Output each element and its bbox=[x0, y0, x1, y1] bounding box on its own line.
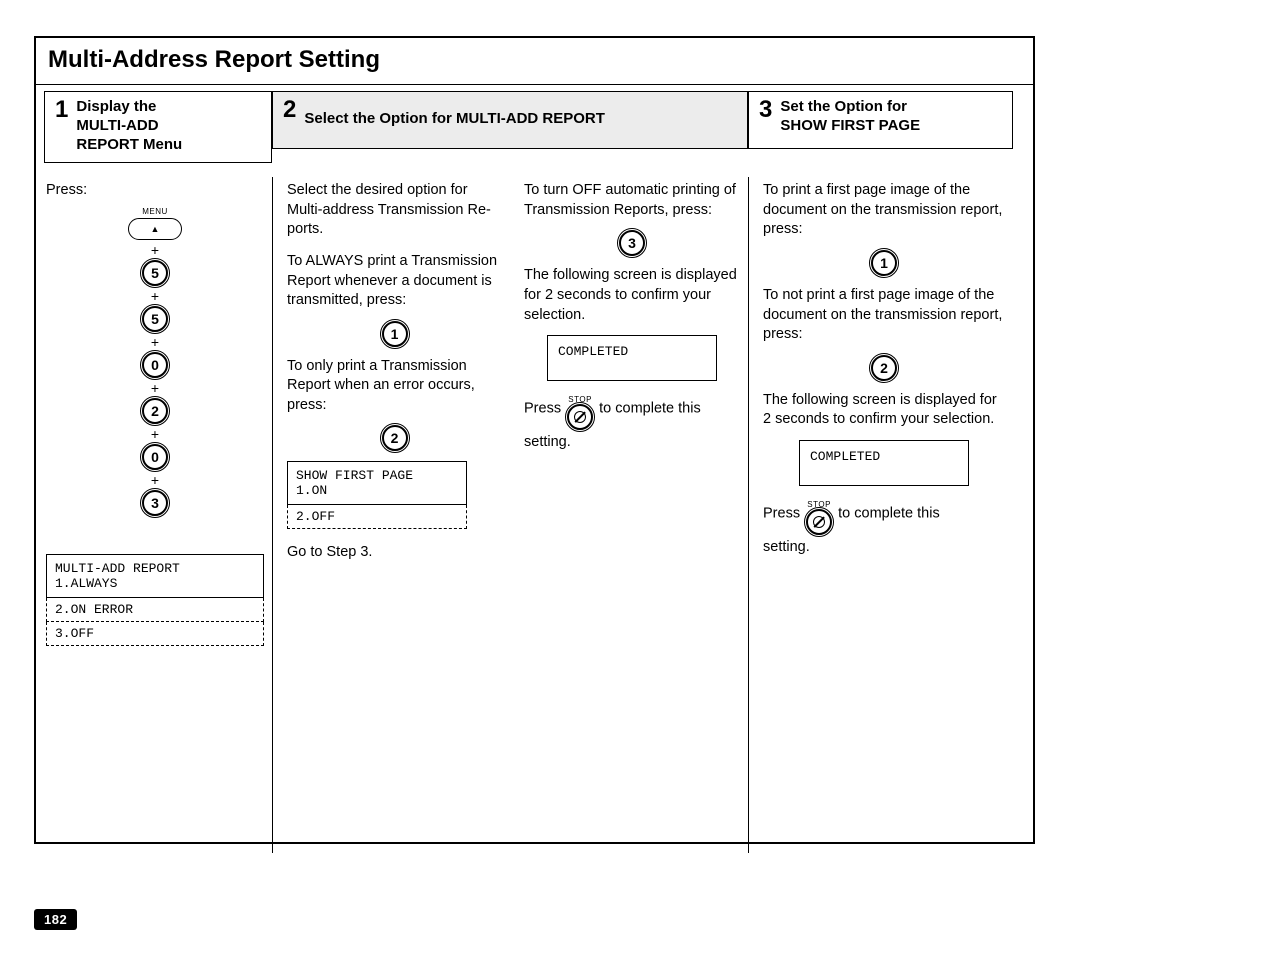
menu-key-icon bbox=[128, 218, 182, 240]
column-2: Select the desired option for Multi-addr… bbox=[272, 177, 510, 853]
step1-title-line3: REPORT Menu bbox=[76, 136, 182, 153]
lcd-sf-line2: 1.ON bbox=[296, 483, 458, 498]
key-0b: 0 bbox=[142, 444, 168, 470]
col4-p2: To not print a first page image of the d… bbox=[763, 286, 1005, 345]
key-0a: 0 bbox=[142, 352, 168, 378]
col3-press-line: Press STOP to complete this bbox=[524, 391, 740, 426]
key-2: 2 bbox=[142, 398, 168, 424]
stop-button-4: STOP bbox=[806, 500, 832, 535]
stop-icon bbox=[567, 404, 593, 430]
page-number: 182 bbox=[34, 909, 77, 930]
content-frame: Multi-Address Report Setting 1 Display t… bbox=[34, 36, 1035, 844]
menu-key: MENU bbox=[128, 207, 182, 240]
col3-p2: The following screen is dis­played for 2… bbox=[524, 266, 740, 325]
key-1-on: 1 bbox=[871, 250, 897, 276]
stop-icon-4 bbox=[806, 509, 832, 535]
lcd-line3: 2.ON ERROR bbox=[46, 598, 264, 622]
step3-number: 3 bbox=[759, 98, 772, 122]
key-5b: 5 bbox=[142, 306, 168, 332]
col2-p1: Select the desired option for Multi-addr… bbox=[287, 181, 502, 240]
key-3-off: 3 bbox=[619, 230, 645, 256]
key-5a: 5 bbox=[142, 260, 168, 286]
key-3: 3 bbox=[142, 490, 168, 516]
step1-title-line2: MULTI-ADD bbox=[76, 117, 158, 134]
col4-p1: To print a first page image of the docum… bbox=[763, 181, 1005, 240]
stop-button: STOP bbox=[567, 395, 593, 430]
step1-box: 1 Display the MULTI-ADD REPORT Menu bbox=[44, 91, 272, 163]
col4-setting: setting. bbox=[763, 539, 1005, 555]
press-word-4: Press bbox=[763, 505, 800, 521]
step1-title-line1: Display the bbox=[76, 98, 156, 115]
lcd-line2: 1.ALWAYS bbox=[55, 576, 255, 591]
press-tail: to complete this bbox=[599, 400, 701, 416]
menu-key-label: MENU bbox=[142, 207, 168, 216]
section-title-bar: Multi-Address Report Setting bbox=[36, 38, 1033, 85]
column-4: To print a first page image of the docum… bbox=[748, 177, 1013, 853]
key-sequence: MENU + 5 + 5 + 0 + 2 + 0 + 3 bbox=[46, 207, 264, 516]
lcd-sf-line1: SHOW FIRST PAGE bbox=[296, 468, 458, 483]
lcd-sf-line3: 2.OFF bbox=[287, 505, 467, 529]
plus-icon: + bbox=[151, 243, 159, 257]
key-1-always: 1 bbox=[382, 321, 408, 347]
lcd-line1: MULTI-ADD REPORT bbox=[55, 561, 255, 576]
step3-title: Set the Option for SHOW FIRST PAGE bbox=[780, 98, 920, 136]
plus-icon: + bbox=[151, 335, 159, 349]
column-1: Press: MENU + 5 + 5 + 0 + 2 + 0 + 3 bbox=[44, 177, 272, 853]
lcd-showfirst: SHOW FIRST PAGE 1.ON bbox=[287, 461, 467, 505]
step-header-row: 1 Display the MULTI-ADD REPORT Menu 2 Se… bbox=[36, 85, 1033, 169]
col3-p1: To turn OFF automatic printing of Transm… bbox=[524, 181, 740, 220]
column-3: To turn OFF automatic printing of Transm… bbox=[510, 177, 748, 853]
col2-goto: Go to Step 3. bbox=[287, 543, 502, 563]
col3-setting: setting. bbox=[524, 434, 740, 450]
press-tail-4: to complete this bbox=[838, 505, 940, 521]
key-2-error: 2 bbox=[382, 425, 408, 451]
step3-title-line1: Set the Option for bbox=[780, 98, 907, 115]
col4-press-line: Press STOP to complete this bbox=[763, 496, 1005, 531]
step2-title: Select the Option for MULTI-ADD REPORT bbox=[304, 110, 605, 129]
lcd-completed-2: COMPLETED bbox=[547, 335, 717, 381]
press-word: Press bbox=[524, 400, 561, 416]
body-columns: Press: MENU + 5 + 5 + 0 + 2 + 0 + 3 bbox=[36, 169, 1033, 853]
step1-number: 1 bbox=[55, 98, 68, 122]
step3-title-line2: SHOW FIRST PAGE bbox=[780, 117, 920, 134]
plus-icon: + bbox=[151, 473, 159, 487]
step3-box: 3 Set the Option for SHOW FIRST PAGE bbox=[748, 91, 1013, 163]
col2-p3: To only print a Transmission Report when… bbox=[287, 357, 502, 416]
step2-box: 2 Select the Option for MULTI-ADD REPORT bbox=[272, 91, 748, 163]
lcd-completed-4: COMPLETED bbox=[799, 440, 969, 486]
lcd-multiadd: MULTI-ADD REPORT 1.ALWAYS bbox=[46, 554, 264, 598]
col2-p2: To ALWAYS print a Transmis­sion Report w… bbox=[287, 252, 502, 311]
plus-icon: + bbox=[151, 381, 159, 395]
step2-number: 2 bbox=[283, 98, 296, 122]
lcd-line4: 3.OFF bbox=[46, 622, 264, 646]
section-title: Multi-Address Report Setting bbox=[48, 46, 1021, 74]
plus-icon: + bbox=[151, 289, 159, 303]
key-2-off: 2 bbox=[871, 355, 897, 381]
step1-title: Display the MULTI-ADD REPORT Menu bbox=[76, 98, 182, 154]
press-label: Press: bbox=[46, 181, 264, 201]
plus-icon: + bbox=[151, 427, 159, 441]
col4-p3: The following screen is dis­played for 2… bbox=[763, 391, 1005, 430]
